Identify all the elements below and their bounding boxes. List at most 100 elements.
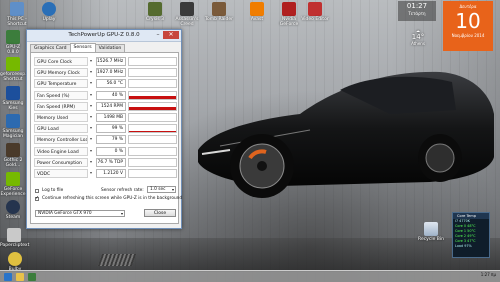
sensor-label: VDDC	[34, 169, 88, 178]
sensor-dropdown-icon[interactable]: ▾	[90, 103, 94, 108]
weather-city: Athens	[411, 41, 425, 46]
weather-temp: 14°	[411, 33, 425, 41]
samsung-magician-icon	[6, 114, 20, 128]
sensor-dropdown-icon[interactable]: ▾	[90, 148, 94, 153]
desktop-icon-gpuz[interactable]: GPU-Z 0.8.0	[0, 30, 26, 55]
geforce-icon	[6, 57, 20, 71]
sensor-value: 1927.0 MHz	[96, 68, 126, 78]
sensor-label: GPU Memory Clock	[34, 68, 88, 78]
gpuz-window[interactable]: TechPowerUp GPU-Z 0.8.0 – ✕ Graphics Car…	[26, 29, 182, 229]
sensor-dropdown-icon[interactable]: ▾	[90, 81, 94, 85]
taskbar: 1:27 πμ	[0, 270, 500, 282]
desktop-icon-assassins[interactable]: Assassin's Creed	[172, 2, 202, 27]
gpuz-taskbar-icon[interactable]	[28, 273, 36, 281]
sensor-value: 1526.7 MHz	[96, 57, 126, 66]
desktop-icon-video-editor[interactable]: Video Editor	[300, 2, 330, 22]
sensor-graph	[128, 146, 177, 156]
sensor-graph-fill	[129, 95, 176, 99]
close-icon[interactable]: ✕	[163, 31, 179, 39]
sensor-graph	[128, 57, 177, 66]
tray-time: 1:27 πμ	[480, 272, 496, 277]
time-tile: 01:27 Τετάρτη	[398, 1, 436, 21]
tab-validation[interactable]: Validation	[94, 44, 126, 52]
sensor-dropdown-icon[interactable]: ▾	[90, 59, 94, 63]
desktop-icon-geforce-experience[interactable]: GeForce Experience	[0, 172, 26, 197]
core-temp-gadget[interactable]: Core Temp i7 4770K Core 0 48°C Core 1 50…	[452, 212, 490, 258]
sensor-label: Memory Controller Load	[34, 135, 88, 145]
sensor-graph	[128, 101, 177, 111]
sensor-label: GPU Load	[34, 124, 88, 134]
sensor-row: Memory Used ▾ 1498 MB	[34, 113, 177, 122]
tab-sensors[interactable]: Sensors	[69, 43, 96, 52]
sensor-graph-fill	[129, 131, 176, 133]
desktop-icon-gothic[interactable]: Gothic 2 Gold...	[0, 143, 26, 168]
core-temp-line: Load 97%	[455, 244, 472, 248]
sensor-dropdown-icon[interactable]: ▾	[90, 171, 94, 175]
sensor-row: Fan Speed (RPM) ▾ 1524 RPM	[34, 101, 177, 111]
gpuz-titlebar[interactable]: TechPowerUp GPU-Z 0.8.0 – ✕	[27, 30, 181, 42]
date-tile: Δευτέρα 10 Νοεμβρίου 2014	[443, 1, 493, 51]
floor-drain	[97, 254, 137, 266]
tab-graphics-card[interactable]: Graphics Card	[30, 44, 71, 52]
desktop-icon-recycle-bin[interactable]: Recycle Bin	[416, 222, 446, 242]
floor	[0, 238, 500, 272]
sensor-graph	[128, 135, 177, 145]
chevron-down-icon: ▾	[120, 211, 123, 216]
log-to-file-checkbox[interactable]	[35, 189, 39, 193]
time-tile-date: Τετάρτη	[408, 11, 426, 16]
sensor-label: Power Consumption	[34, 157, 88, 167]
sensor-value: 56.0 °C	[96, 79, 126, 89]
sensor-dropdown-icon[interactable]: ▾	[90, 159, 94, 164]
sensor-row: Fan Speed (%) ▾ 40 %	[34, 90, 177, 100]
sensor-dropdown-icon[interactable]: ▾	[90, 92, 94, 97]
sensor-label: Video Engine Load	[34, 146, 88, 156]
date-tile-day: 10	[455, 9, 481, 33]
card-select-value: NVIDIA GeForce GTX 970	[38, 211, 92, 216]
start-icon[interactable]	[4, 273, 12, 281]
sensor-value: 76.7 % TDP	[96, 157, 126, 167]
sensor-value: 1498 MB	[96, 113, 126, 122]
sensor-label: GPU Core Clock	[34, 57, 88, 66]
sensor-label: Fan Speed (%)	[34, 90, 88, 100]
refresh-rate-select[interactable]: 1.0 sec ▾	[147, 186, 176, 193]
close-button[interactable]: Close	[144, 209, 176, 217]
desktop-icon-bulby[interactable]: Bulby	[2, 252, 28, 272]
desktop-icon-papercliptext[interactable]: Papercliptext	[0, 228, 29, 248]
sensor-graph	[128, 124, 177, 134]
gpuz-icon	[6, 30, 20, 44]
desktop-icon-crysis[interactable]: Crysis 3	[140, 2, 170, 22]
gpuz-tabs: Graphics Card Sensors Validation	[30, 43, 126, 52]
refresh-rate-label: Sensor refresh rate:	[101, 188, 144, 193]
sensor-label: GPU Temperature	[34, 79, 88, 89]
sensor-dropdown-icon[interactable]: ▾	[90, 137, 94, 141]
file-explorer-icon[interactable]	[16, 273, 24, 281]
desktop-icon-this-pc[interactable]: This PC - Shortcut	[2, 2, 32, 27]
sensor-row: GPU Temperature ▾ 56.0 °C	[34, 79, 177, 89]
sensor-value: 40 %	[96, 90, 126, 100]
desktop-icon-samsung-kies[interactable]: Samsung Kies	[0, 86, 26, 111]
desktop-icon-samsung-magician[interactable]: Samsung Magician	[0, 114, 26, 139]
sensors-panel: GPU Core Clock ▾ 1526.7 MHz GPU Memory Cloc…	[30, 52, 183, 224]
desktop-icon-tomb-raider[interactable]: Tomb Raider	[204, 2, 234, 22]
desktop-icon-geforce-shortcut[interactable]: geforceexp... Shortcut	[0, 57, 29, 82]
minimize-button[interactable]: –	[153, 31, 163, 39]
log-to-file-label: Log to file	[42, 188, 64, 193]
system-tray[interactable]: 1:27 πμ	[481, 272, 496, 277]
desktop-icon-avast[interactable]: Avast	[242, 2, 272, 22]
continue-refresh-checkbox[interactable]	[35, 195, 39, 201]
avast-icon	[250, 2, 264, 16]
desktop-icon-uplay[interactable]: Uplay	[34, 2, 64, 22]
nvidia-icon	[282, 2, 296, 16]
card-select[interactable]: NVIDIA GeForce GTX 970 ▾	[35, 210, 125, 217]
sensor-label: Memory Used	[34, 113, 88, 122]
sensor-row: VDDC ▾ 1.2120 V	[34, 169, 177, 178]
continue-refresh-label: Continue refreshing this screen while GP…	[42, 196, 183, 201]
sensor-row: Memory Controller Load ▾ 79 %	[34, 135, 177, 145]
sensor-dropdown-icon[interactable]: ▾	[90, 126, 94, 130]
recycle-bin-icon	[424, 222, 438, 236]
sensor-graph	[128, 68, 177, 78]
sensor-dropdown-icon[interactable]: ▾	[90, 115, 94, 119]
sensor-dropdown-icon[interactable]: ▾	[90, 70, 94, 74]
crysis-icon	[148, 2, 162, 16]
desktop-icon-steam[interactable]: Steam	[0, 200, 26, 220]
